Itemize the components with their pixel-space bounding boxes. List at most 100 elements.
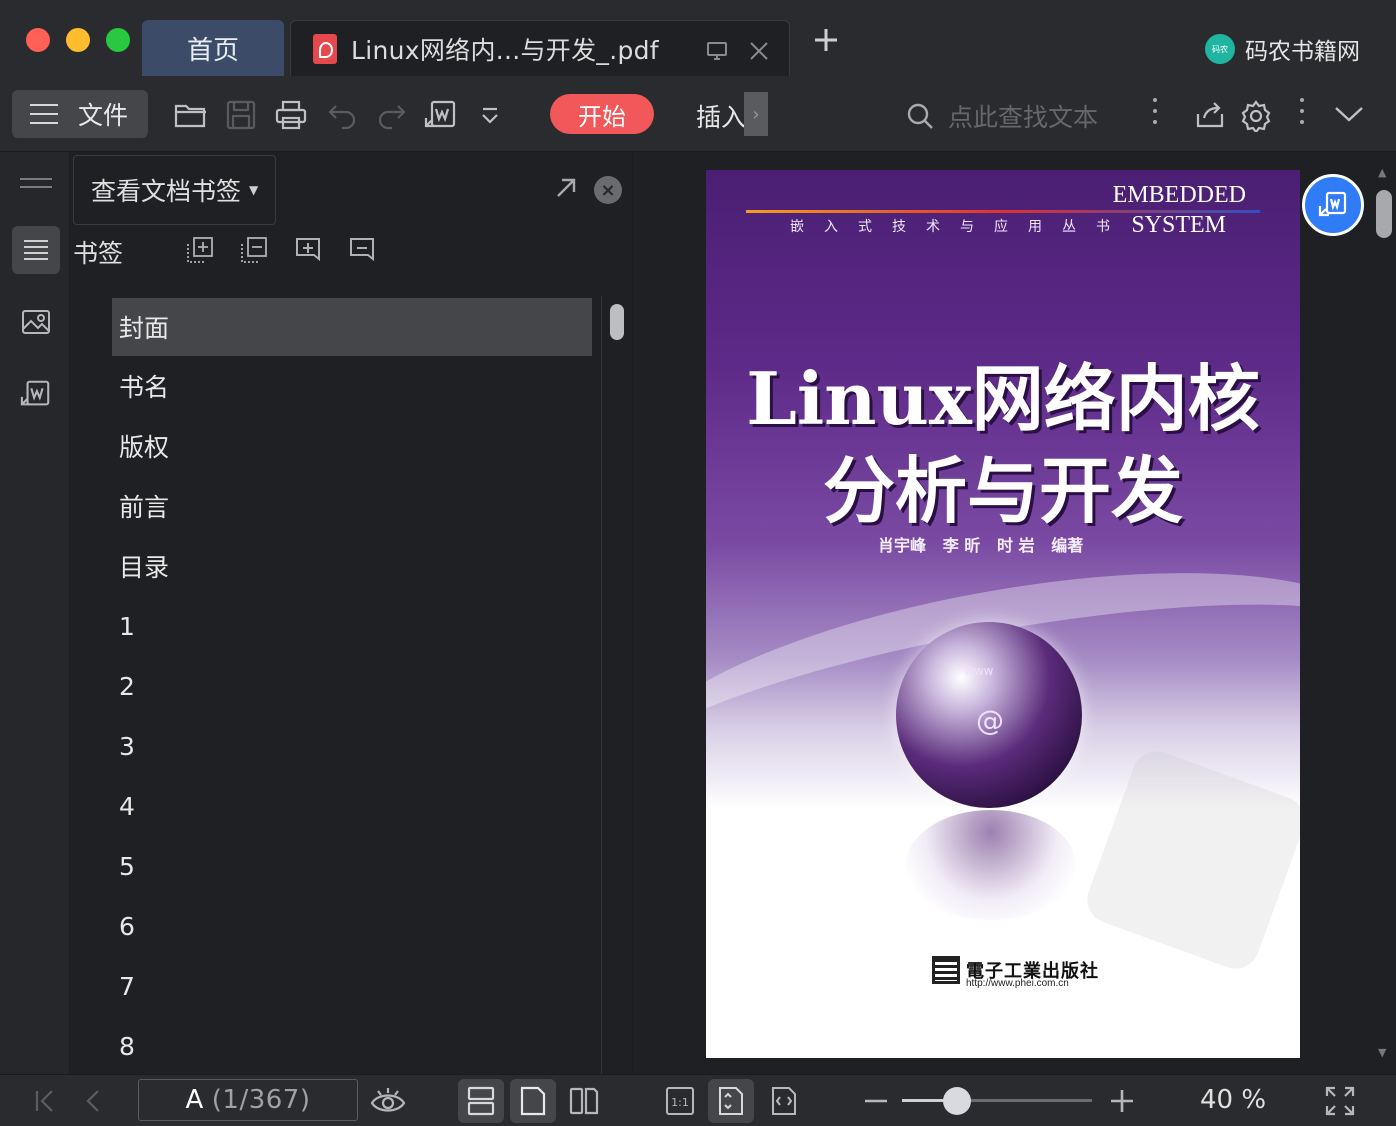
popout-arrow-icon[interactable] [554, 176, 578, 204]
bookmark-item[interactable]: 4 [112, 776, 592, 836]
tab-document-label: Linux网络内...与开发_.pdf [351, 35, 659, 65]
pdf-file-icon [313, 33, 337, 64]
bookmark-item[interactable]: 版权 [112, 416, 592, 476]
cover-series-en-line1: EMBEDDED [1112, 182, 1246, 208]
zoom-slider-knob[interactable] [942, 1087, 971, 1115]
convert-document-icon [1318, 191, 1347, 217]
monitor-icon[interactable] [705, 39, 729, 67]
bookmark-item[interactable]: 7 [112, 956, 592, 1016]
undo-icon[interactable] [326, 100, 360, 130]
bookmark-item[interactable]: 5 [112, 836, 592, 896]
publisher-url: http://www.phei.com.cn [966, 978, 1069, 989]
image-icon [22, 310, 50, 334]
page-number-field[interactable]: A (1/367) [138, 1079, 358, 1121]
settings-gear-icon[interactable] [1240, 100, 1274, 134]
new-tab-button[interactable] [812, 26, 840, 60]
bookmark-item[interactable]: 2 [112, 656, 592, 716]
pdf-to-word-icon [20, 380, 50, 406]
tab-start[interactable]: 开始 [550, 94, 654, 134]
collapse-toolbar-chevron-icon[interactable] [1334, 104, 1368, 134]
title-bar: 首页 Linux网络内...与开发_.pdf 码农 码农书籍网 [0, 0, 1396, 76]
document-scroll-thumb[interactable] [1376, 190, 1392, 238]
view-bookmarks-dropdown[interactable]: 查看文档书签 ▼ [73, 155, 276, 225]
brand-name: 码农书籍网 [1245, 39, 1360, 65]
hamburger-icon [30, 104, 58, 124]
search-placeholder: 点此查找文本 [948, 103, 1099, 132]
tab-start-label: 开始 [578, 102, 626, 131]
fit-width-icon[interactable] [768, 1085, 800, 1117]
expand-all-icon[interactable] [186, 236, 214, 264]
print-icon[interactable] [274, 100, 308, 130]
dropdown-caret-icon: ▼ [249, 183, 259, 197]
pdf-to-word-icon[interactable] [424, 100, 458, 130]
status-bar: A (1/367) 1:1 40 % [0, 1074, 1396, 1126]
tab-insert[interactable]: 插入 [696, 98, 746, 134]
bookmark-item[interactable]: 前言 [112, 476, 592, 536]
bookmark-scrollbar[interactable] [601, 296, 631, 1074]
zoom-window-button[interactable] [106, 28, 130, 52]
bookmark-item[interactable]: 1 [112, 596, 592, 656]
more-tools-chevron-icon[interactable] [478, 106, 512, 136]
bookmark-item[interactable]: 书名 [112, 356, 592, 416]
globe-at-symbol: @ [976, 704, 1004, 737]
close-tab-icon[interactable] [747, 39, 771, 67]
delete-bookmark-icon[interactable] [348, 236, 376, 264]
document-scrollbar[interactable]: ▲ ▼ [1374, 166, 1394, 1060]
publisher-logo-icon [932, 956, 960, 984]
rail-convert-button[interactable] [12, 370, 60, 418]
floating-convert-button[interactable] [1302, 174, 1364, 236]
app-more-icon[interactable] [1300, 98, 1304, 128]
two-page-icon[interactable] [568, 1085, 600, 1117]
close-panel-icon[interactable]: × [594, 176, 622, 204]
cover-title-line2: 分析与开发 [822, 448, 1183, 533]
rail-thumbnails-button[interactable] [12, 298, 60, 346]
tab-home[interactable]: 首页 [142, 20, 284, 76]
rail-bookmarks-button[interactable] [12, 226, 60, 274]
single-page-icon [517, 1085, 549, 1117]
cover-series-cn: 嵌入式技术与应用丛书 [790, 219, 1130, 235]
redo-icon[interactable] [374, 100, 408, 130]
bookmark-panel-title: 书签 [73, 239, 124, 268]
bookmark-item[interactable]: 6 [112, 896, 592, 956]
collapse-all-icon[interactable] [240, 236, 268, 264]
save-icon[interactable] [224, 100, 258, 130]
document-viewer[interactable]: EMBEDDED SYSTEM 嵌入式技术与应用丛书 Linux网络内核 分析与… [634, 152, 1396, 1074]
brand[interactable]: 码农 码农书籍网 [1205, 32, 1360, 66]
actual-size-icon[interactable]: 1:1 [664, 1085, 696, 1117]
scroll-up-arrow-icon[interactable]: ▲ [1378, 166, 1386, 179]
cover-globe-reflection [906, 810, 1076, 920]
list-icon [24, 240, 48, 260]
toolbar-more-icon[interactable] [1153, 98, 1157, 128]
bookmark-item[interactable]: 8 [112, 1016, 592, 1076]
cover-series-en-line2: SYSTEM [1131, 212, 1226, 238]
eye-protection-icon[interactable] [370, 1085, 406, 1117]
pdf-page-cover[interactable]: EMBEDDED SYSTEM 嵌入式技术与应用丛书 Linux网络内核 分析与… [706, 170, 1300, 1058]
bookmark-item[interactable]: 目录 [112, 536, 592, 596]
add-bookmark-icon[interactable] [294, 236, 322, 264]
search-box[interactable]: 点此查找文本 [906, 98, 1098, 134]
tab-document[interactable]: Linux网络内...与开发_.pdf [290, 20, 790, 76]
bookmark-item[interactable]: 封面 [112, 298, 592, 356]
scroll-down-arrow-icon[interactable]: ▼ [1378, 1046, 1386, 1059]
brand-logo-icon: 码农 [1205, 34, 1235, 64]
file-menu-button[interactable]: 文件 [12, 90, 148, 138]
zoom-out-icon[interactable] [862, 1085, 894, 1117]
tab-insert-label: 插入 [696, 103, 747, 132]
minimize-window-button[interactable] [66, 28, 90, 52]
fullscreen-icon[interactable] [1324, 1085, 1356, 1117]
svg-text:1:1: 1:1 [671, 1096, 689, 1109]
open-folder-icon[interactable] [174, 100, 208, 130]
zoom-in-icon[interactable] [1108, 1085, 1140, 1117]
ribbon-scroll-right-button[interactable]: › [744, 92, 768, 136]
previous-page-icon[interactable] [78, 1085, 110, 1117]
zoom-slider[interactable] [902, 1087, 1092, 1115]
bookmark-scroll-thumb[interactable] [610, 304, 624, 340]
bookmark-panel: 查看文档书签 ▼ × 书签 封面 书名 版权 前言 目录 1 2 3 4 5 6… [70, 152, 633, 1074]
share-icon[interactable] [1194, 100, 1228, 130]
main-toolbar: 文件 开始 插入 › 点此查找文本 [0, 76, 1396, 152]
zoom-level[interactable]: 40 % [1200, 1085, 1266, 1115]
close-window-button[interactable] [26, 28, 50, 52]
rail-grip-icon[interactable] [20, 178, 52, 188]
bookmark-item[interactable]: 3 [112, 716, 592, 776]
first-page-icon[interactable] [30, 1085, 62, 1117]
